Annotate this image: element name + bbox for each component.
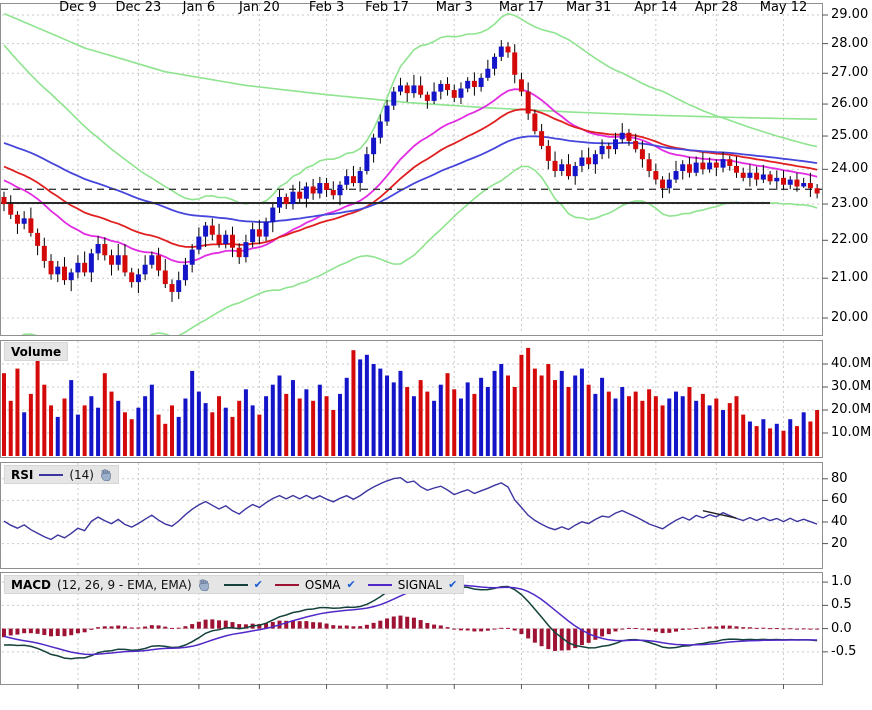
macd-visible-check-icon[interactable]: ✔ — [254, 579, 263, 590]
osma-visible-check-icon[interactable]: ✔ — [347, 579, 356, 590]
drag-hand-icon[interactable] — [100, 469, 112, 481]
volume-label: Volume — [11, 345, 61, 359]
macd-axis-label: 0.0 — [831, 621, 872, 636]
rsi-legend-chip[interactable]: RSI (14) — [4, 465, 119, 484]
volume-axis-label: 30.0M — [831, 379, 872, 394]
volume-axis-label: 20.0M — [831, 402, 872, 417]
signal-line-sample — [368, 584, 392, 586]
macd-axis-label: -0.5 — [831, 644, 872, 659]
price-axis-label: 23.00 — [831, 196, 872, 211]
macd-line-sample — [224, 584, 248, 586]
chart-canvas[interactable] — [0, 0, 872, 710]
rsi-axis-label: 60 — [831, 492, 872, 507]
date-axis-label: Dec 9 — [46, 0, 110, 15]
date-axis-label: Jan 6 — [167, 0, 231, 15]
date-axis-label: Mar 31 — [557, 0, 621, 15]
price-axis-label: 26.00 — [831, 96, 872, 111]
price-axis-label: 22.00 — [831, 232, 872, 247]
date-axis-label: May 12 — [752, 0, 816, 15]
macd-label: MACD — [11, 578, 51, 592]
price-axis-label: 20.00 — [831, 310, 872, 325]
macd-legend-chip[interactable]: MACD (12, 26, 9 - EMA, EMA) ✔ OSMA ✔ SIG… — [4, 575, 464, 594]
osma-label: OSMA — [305, 578, 341, 592]
rsi-line-sample — [39, 474, 63, 476]
date-axis-label: Apr 28 — [684, 0, 748, 15]
price-axis-label: 29.00 — [831, 7, 872, 22]
price-axis-label: 24.00 — [831, 161, 872, 176]
stock-chart-window: Volume RSI (14) MACD (12, 26, 9 - EMA, E… — [0, 0, 872, 710]
price-axis-label: 27.00 — [831, 65, 872, 80]
date-axis-label: Apr 14 — [624, 0, 688, 15]
rsi-axis-label: 80 — [831, 471, 872, 486]
signal-visible-check-icon[interactable]: ✔ — [448, 579, 457, 590]
macd-params: (12, 26, 9 - EMA, EMA) — [57, 578, 192, 592]
price-axis-label: 21.00 — [831, 270, 872, 285]
date-axis-label: Feb 17 — [355, 0, 419, 15]
signal-label: SIGNAL — [398, 578, 442, 592]
rsi-params: (14) — [69, 468, 94, 482]
rsi-axis-label: 20 — [831, 536, 872, 551]
price-axis-label: 28.00 — [831, 36, 872, 51]
volume-legend-chip[interactable]: Volume — [4, 342, 68, 361]
price-axis-label: 25.00 — [831, 128, 872, 143]
date-axis-label: Mar 17 — [489, 0, 553, 15]
date-axis-label: Dec 23 — [106, 0, 170, 15]
osma-line-sample — [275, 584, 299, 586]
date-axis-label: Mar 3 — [422, 0, 486, 15]
volume-axis-label: 40.0M — [831, 356, 872, 371]
date-axis-label: Jan 20 — [227, 0, 291, 15]
rsi-axis-label: 40 — [831, 514, 872, 529]
rsi-label: RSI — [11, 468, 33, 482]
macd-axis-label: 1.0 — [831, 574, 872, 589]
date-axis-label: Feb 3 — [295, 0, 359, 15]
drag-hand-icon[interactable] — [198, 579, 210, 591]
volume-axis-label: 10.0M — [831, 425, 872, 440]
macd-axis-label: 0.5 — [831, 597, 872, 612]
